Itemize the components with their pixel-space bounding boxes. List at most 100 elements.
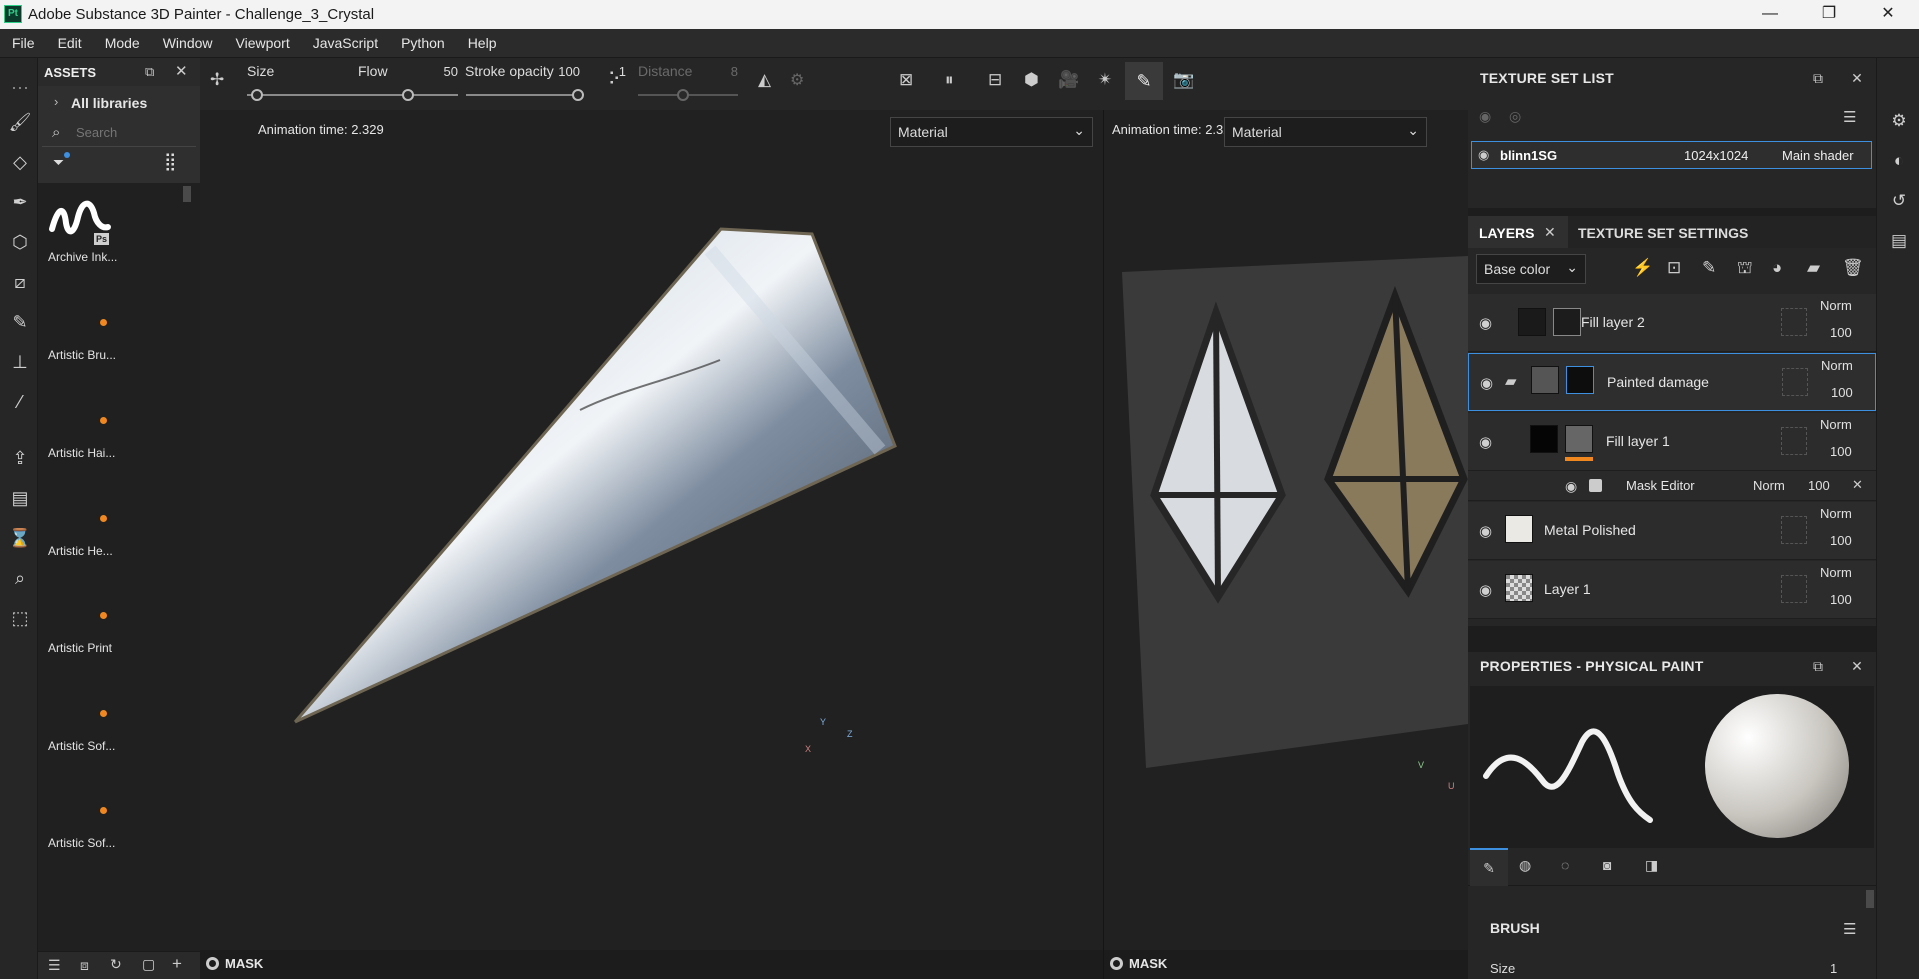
close-button[interactable]: ✕ bbox=[1865, 0, 1911, 29]
close-icon[interactable]: ✕ bbox=[1544, 224, 1556, 241]
asset-tile[interactable]: Artistic Sof... bbox=[42, 682, 192, 778]
add-icon[interactable]: + bbox=[172, 954, 182, 974]
layer-opacity[interactable]: 100 bbox=[1830, 444, 1852, 459]
hide-icon[interactable]: ◉ bbox=[1479, 108, 1491, 125]
menu-python[interactable]: Python bbox=[389, 29, 456, 58]
smudge-icon[interactable]: ✎ bbox=[8, 310, 32, 334]
layer-blend-mode[interactable]: Norm bbox=[1820, 506, 1852, 521]
geometry-fill-icon[interactable]: ⬡ bbox=[8, 230, 32, 254]
library-icon[interactable]: ⧈ bbox=[80, 957, 89, 974]
box-icon[interactable]: ⬚ bbox=[8, 606, 32, 630]
add-paint-layer-icon[interactable]: ✎ bbox=[1702, 258, 1716, 278]
export-icon[interactable]: ⇪ bbox=[8, 446, 32, 470]
history-icon[interactable]: ↺ bbox=[1888, 190, 1910, 212]
hide-overlay-icon[interactable]: ⊠ bbox=[899, 70, 913, 90]
log-icon[interactable]: ▤ bbox=[1888, 230, 1910, 252]
paint-mode-icon[interactable]: ✎ bbox=[1125, 62, 1163, 100]
eye-icon[interactable]: ◉ bbox=[1479, 581, 1492, 599]
menu-file[interactable]: File bbox=[0, 29, 46, 58]
asset-tile[interactable]: Artistic Print bbox=[42, 584, 192, 680]
clone-stamp-icon[interactable]: ⊥ bbox=[8, 350, 32, 374]
close-icon[interactable]: ✕ bbox=[1847, 68, 1867, 88]
flow-slider-handle[interactable] bbox=[402, 89, 414, 101]
distance-slider-handle[interactable] bbox=[677, 89, 689, 101]
hourglass-icon[interactable]: ⌛ bbox=[8, 526, 32, 550]
layer-blend-mode[interactable]: Norm bbox=[1820, 298, 1852, 313]
mask-icon[interactable] bbox=[206, 957, 219, 970]
add-fill-layer-icon[interactable]: ⛫ bbox=[1737, 258, 1753, 280]
layer-mask-slot[interactable] bbox=[1781, 308, 1807, 336]
tab-texture-set-settings[interactable]: TEXTURE SET SETTINGS bbox=[1578, 225, 1748, 241]
layer-blend-mode[interactable]: Norm bbox=[1821, 358, 1853, 373]
camera-icon[interactable]: 🎥 bbox=[1058, 70, 1079, 90]
import-icon[interactable]: ☰ bbox=[48, 957, 61, 974]
size-slider-handle[interactable] bbox=[251, 89, 264, 101]
layer-row[interactable]: ◉ Fill layer 1 Norm 100 bbox=[1468, 413, 1876, 471]
library-breadcrumb[interactable]: All libraries bbox=[71, 95, 147, 111]
menu-viewport[interactable]: Viewport bbox=[224, 29, 301, 58]
effect-blend-mode[interactable]: Norm bbox=[1753, 478, 1785, 493]
add-effect-icon[interactable]: ⚡ bbox=[1632, 258, 1653, 278]
color-picker-icon[interactable]: ⁄ bbox=[8, 390, 32, 414]
folder-icon[interactable]: ▰ bbox=[1505, 372, 1517, 390]
undock-icon[interactable]: ⧉ bbox=[1808, 68, 1828, 88]
iray-icon[interactable]: ✴ bbox=[1098, 70, 1112, 90]
screenshot-icon[interactable]: 📷 bbox=[1173, 70, 1194, 90]
stroke-opacity-slider-handle[interactable] bbox=[572, 89, 584, 101]
projection-icon[interactable]: ✒ bbox=[8, 190, 32, 214]
properties-scrollbar[interactable] bbox=[1866, 890, 1874, 908]
asset-tile[interactable]: Artistic Sof... bbox=[42, 779, 192, 875]
layer-row[interactable]: ◉ Layer 1 Norm 100 bbox=[1468, 561, 1876, 619]
layer-mask-slot[interactable] bbox=[1781, 427, 1807, 455]
asset-tile[interactable]: Artistic Bru... bbox=[42, 291, 192, 387]
eye-icon[interactable]: ◉ bbox=[1479, 314, 1492, 332]
new-file-icon[interactable]: ▢ bbox=[142, 956, 155, 973]
alpha-tab-icon[interactable]: ◍ bbox=[1519, 857, 1531, 874]
filter-icon[interactable]: ⏷ bbox=[53, 154, 64, 171]
asset-tile[interactable]: Artistic Hai... bbox=[42, 389, 192, 485]
menu-mode[interactable]: Mode bbox=[93, 29, 151, 58]
paint-brush-icon[interactable]: 🖌 bbox=[8, 110, 32, 134]
bake-icon[interactable]: ▤ bbox=[8, 486, 32, 510]
eraser-icon[interactable]: ◇ bbox=[8, 150, 32, 174]
material-tab-icon[interactable]: ◙ bbox=[1603, 857, 1611, 873]
grid-view-icon[interactable]: ⣿ bbox=[164, 152, 176, 172]
texture-set-row[interactable]: ◉ blinn1SG 1024x1024 Main shader bbox=[1471, 141, 1872, 169]
eye-icon[interactable]: ◉ bbox=[1478, 147, 1489, 163]
display-settings-icon[interactable]: ⚙ bbox=[1888, 110, 1910, 132]
asset-tile[interactable]: Ps Archive Ink... bbox=[42, 193, 192, 289]
minimize-button[interactable]: — bbox=[1747, 0, 1793, 29]
size-slider[interactable] bbox=[247, 94, 375, 96]
mask-icon[interactable] bbox=[1110, 957, 1123, 970]
2d-viewport[interactable]: Animation time: 2.329 Material ⌄ V U MAS… bbox=[1104, 110, 1468, 979]
brush-tab-icon[interactable]: ✎ bbox=[1470, 848, 1508, 886]
chevron-right-icon[interactable]: › bbox=[54, 94, 58, 109]
show-icon[interactable]: ◎ bbox=[1509, 108, 1521, 125]
layer-blend-mode[interactable]: Norm bbox=[1820, 417, 1852, 432]
brush-size-value[interactable]: 1 bbox=[1830, 961, 1837, 976]
3d-viewport[interactable]: Animation time: 2.329 Material ⌄ Y Z X M… bbox=[200, 110, 1103, 979]
layer-opacity[interactable]: 100 bbox=[1831, 385, 1853, 400]
undock-icon[interactable]: ⧉ bbox=[1808, 656, 1828, 676]
pause-icon[interactable]: ⏸ bbox=[945, 70, 954, 90]
stroke-opacity-slider[interactable] bbox=[466, 94, 578, 96]
maximize-button[interactable]: ❐ bbox=[1806, 0, 1852, 29]
asset-tile[interactable]: Artistic He... bbox=[42, 487, 192, 583]
eye-icon[interactable]: ◉ bbox=[1565, 478, 1577, 495]
layer-mask-slot[interactable] bbox=[1781, 516, 1807, 544]
tab-layers[interactable]: LAYERS ✕ bbox=[1468, 216, 1568, 248]
refresh-icon[interactable]: ↻ bbox=[110, 956, 122, 973]
layer-blend-mode[interactable]: Norm bbox=[1820, 565, 1852, 580]
menu-icon[interactable]: ☰ bbox=[1843, 920, 1856, 938]
eye-icon[interactable]: ◉ bbox=[1479, 433, 1492, 451]
stencil-tab-icon[interactable]: ◌ bbox=[1561, 857, 1569, 873]
menu-window[interactable]: Window bbox=[151, 29, 224, 58]
layer-opacity[interactable]: 100 bbox=[1830, 533, 1852, 548]
symmetry-icon[interactable]: ◭ bbox=[758, 70, 771, 90]
close-icon[interactable]: ✕ bbox=[1847, 656, 1867, 676]
layer-row[interactable]: ◉ Fill layer 2 Norm 100 bbox=[1468, 294, 1876, 352]
eye-icon[interactable]: ◉ bbox=[1480, 374, 1493, 392]
display-mode-icon[interactable]: ⬢ bbox=[1024, 70, 1039, 90]
add-mask-icon[interactable]: ⊡ bbox=[1667, 258, 1681, 278]
layer-mask-slot[interactable] bbox=[1782, 368, 1808, 396]
